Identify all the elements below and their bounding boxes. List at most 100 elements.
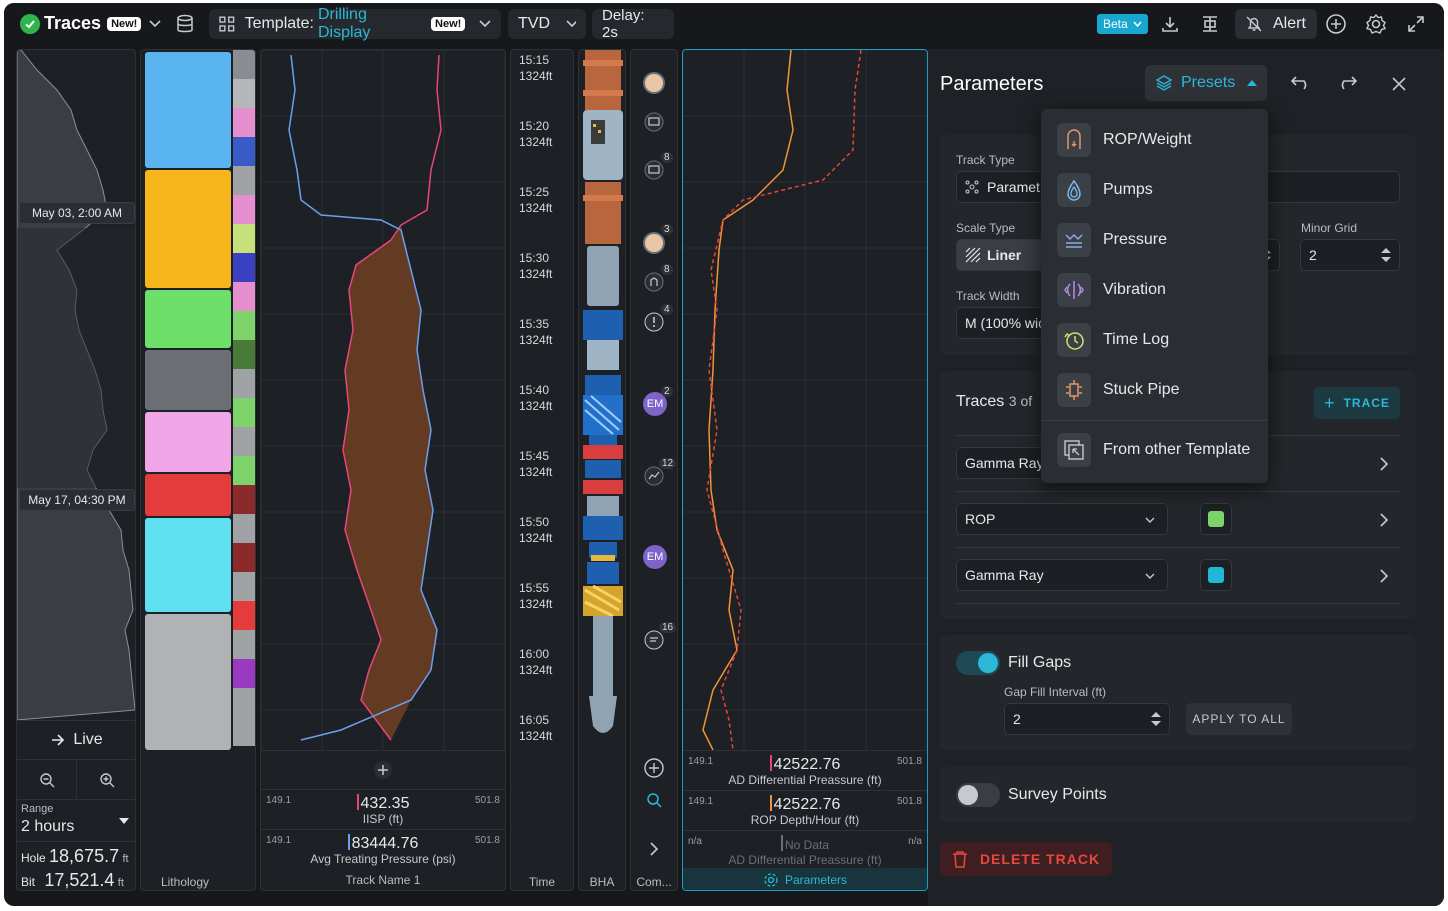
trace-select[interactable]: ROP [956,503,1168,535]
add-circle-icon[interactable] [1321,9,1351,39]
scale-value: Liner [987,247,1022,263]
warning-icon[interactable] [644,312,664,337]
delete-track-button[interactable]: DELETE TRACK [940,842,1112,876]
presets-button[interactable]: Presets [1145,65,1267,101]
app-title-menu[interactable]: Traces New! [44,13,161,34]
chart-comment-icon[interactable] [644,466,664,491]
database-icon[interactable] [170,9,200,39]
comments-track: 8 3 8 4 EM 2 12 EM 16 Com... [630,49,678,891]
parameters-tab[interactable]: Parameters [683,868,927,890]
preset-time-log[interactable]: Time Log [1041,315,1268,365]
bha-label: BHA [589,875,615,889]
add-trace-button[interactable]: + TRACE [1314,387,1400,419]
avatar[interactable] [643,232,665,254]
trace-value-row: 149.1 501.8 42522.76 ROP Depth/Hour (ft) [683,790,927,830]
range-select[interactable]: Range 2 hours [17,799,135,841]
comment-count-badge: 8 [661,264,673,275]
preset-label: Stuck Pipe [1103,381,1180,398]
avatar[interactable] [643,72,665,94]
template-name: Drilling Display [317,6,371,41]
zoom-in-icon[interactable] [77,759,135,799]
comment-icon[interactable] [644,630,664,655]
caret-down-icon [119,818,129,824]
lithology-strip-segment [233,398,255,427]
depth-readout: Hole 18,675.7 ft Bit 17,521.4 ft [17,841,135,890]
preset-rop-weight[interactable]: ROP/Weight [1041,115,1268,165]
minor-grid-input[interactable]: 2 [1300,239,1400,271]
redo-icon[interactable] [1336,75,1358,96]
undo-icon[interactable] [1290,75,1312,96]
caret-up-icon [1247,80,1258,86]
trace-name: Gamma Ray [965,567,1044,583]
apply-to-all-button[interactable]: APPLY TO ALL [1186,703,1292,735]
range-end-date[interactable]: May 17, 04:30 PM [19,489,135,511]
add-trace-icon[interactable] [261,750,505,789]
time-tick: 15:30 1324ft [519,251,553,281]
chevron-right-icon[interactable] [649,842,659,861]
lithology-strip-segment [233,369,255,398]
preset-pressure[interactable]: Pressure [1041,215,1268,265]
track-type-value: Paramet [987,179,1040,195]
template-selector[interactable]: Template: Drilling Display New! [209,6,501,41]
expand-icon[interactable] [1401,9,1431,39]
alert-label: Alert [1273,15,1306,32]
trace-color-picker[interactable] [1200,503,1232,535]
range-start-date[interactable]: May 03, 2:00 AM [19,202,135,224]
time-label: Time [528,875,556,889]
avatar-initials[interactable]: EM [643,545,667,569]
time-tick: 15:25 1324ft [519,185,553,215]
preset-stuck-pipe[interactable]: Stuck Pipe [1041,365,1268,415]
parameters-tab-label: Parameters [784,873,848,887]
preset-vibration[interactable]: Vibration [1041,265,1268,315]
lithology-strip-segment [233,166,255,195]
hole-unit: ft [122,853,129,865]
zoom-out-icon[interactable] [17,759,77,799]
lithology-strip-segment [233,427,255,456]
comment-icon[interactable] [644,112,664,137]
lithology-strip-segment [233,311,255,340]
close-icon[interactable] [1392,77,1406,96]
preset-from-other-template[interactable]: From other Template [1041,425,1268,475]
alert-button[interactable]: Alert [1235,9,1317,39]
trace-name: ROP [965,511,996,527]
preset-pumps[interactable]: Pumps [1041,165,1268,215]
weight-icon [1057,123,1091,157]
chevron-right-icon[interactable] [1380,569,1388,583]
gear-icon[interactable] [1361,9,1391,39]
comment-count-badge: 3 [661,224,673,235]
beta-dropdown[interactable]: Beta [1097,14,1148,34]
survey-points-toggle[interactable] [956,783,1000,807]
trace-color-picker[interactable] [1200,559,1232,591]
lithology-strip-segment [233,79,255,108]
bha-drawing [583,50,623,733]
range-label: Range [21,803,54,815]
lithology-layer [145,412,231,472]
track-1-name[interactable]: Track Name 1 [261,873,505,887]
hatch-icon [965,247,981,263]
download-icon[interactable] [1155,9,1185,39]
lithology-strip-segment [233,282,255,311]
add-comment-icon[interactable] [644,758,664,783]
color-swatch [1208,567,1224,583]
depth-mode-select[interactable]: TVD [508,9,586,39]
scale-type-label: Scale Type [956,221,1016,235]
search-icon[interactable] [646,792,662,813]
lithology-layer [145,350,231,410]
tool-icon[interactable] [644,272,664,297]
time-tick: 16:05 1324ft [519,713,553,743]
traces-count: 3 of [1008,393,1033,409]
lithology-layer [145,290,231,348]
track-2: 149.1 501.8 42522.76 AD Differential Preass… [682,49,928,891]
gap-interval-input[interactable]: 2 [1004,703,1170,735]
chevron-right-icon[interactable] [1380,457,1388,471]
lithology-label: Lithology [160,875,210,889]
range-value: 2 hours [21,818,75,835]
trace-select[interactable]: Gamma Ray [956,559,1168,591]
live-button[interactable]: Live [17,720,135,758]
time-tick: 15:50 1324ft [519,515,553,545]
align-center-icon[interactable] [1195,9,1225,39]
lithology-strip-segment [233,50,255,79]
comment-icon[interactable] [644,160,664,185]
fill-gaps-toggle[interactable] [956,651,1000,675]
chevron-right-icon[interactable] [1380,513,1388,527]
